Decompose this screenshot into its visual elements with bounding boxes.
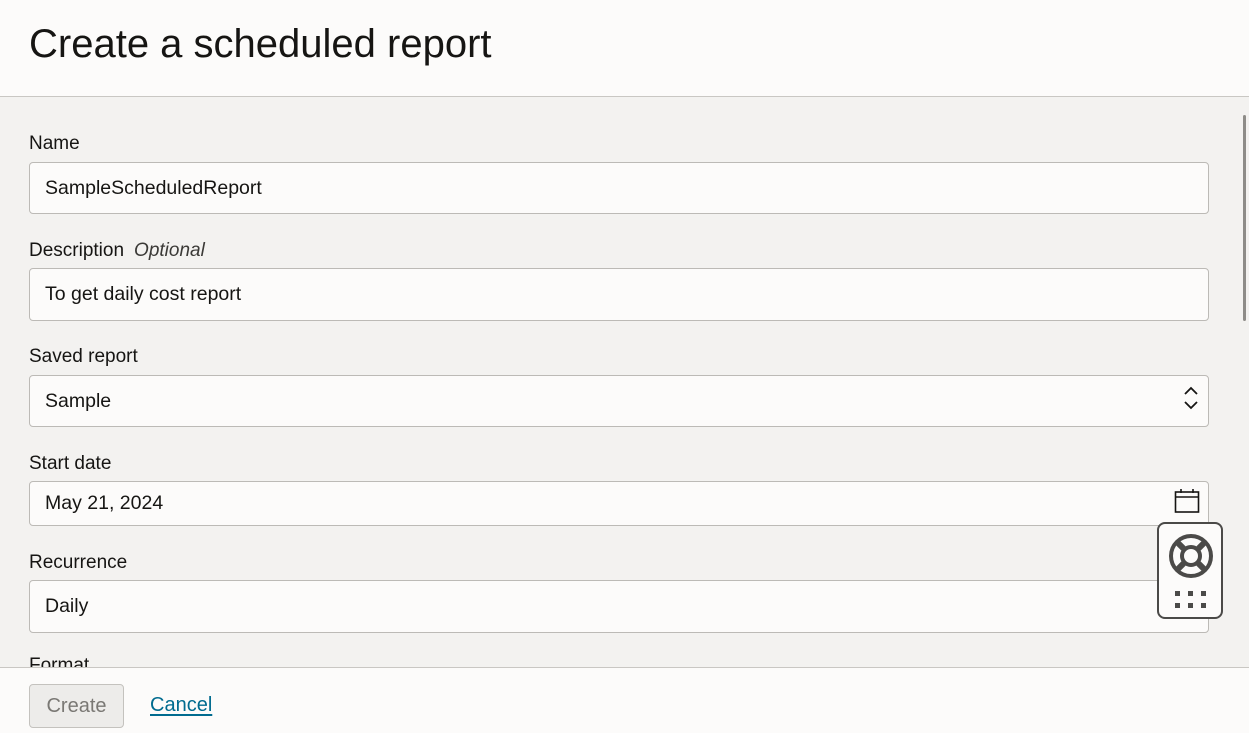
start-date-input[interactable]: May 21, 2024 [29, 481, 1209, 526]
name-input[interactable]: SampleScheduledReport [29, 162, 1209, 214]
start-date-value: May 21, 2024 [45, 492, 164, 514]
recurrence-label: Recurrence [29, 552, 128, 573]
grid-dots-icon[interactable] [1174, 590, 1208, 615]
lifebuoy-icon[interactable] [1168, 533, 1214, 584]
name-label: Name [29, 133, 80, 154]
description-input-value: To get daily cost report [45, 283, 242, 305]
form-scroll-area[interactable]: Name SampleScheduledReport Description Op… [0, 97, 1249, 667]
saved-report-select[interactable]: Sample [29, 375, 1209, 427]
saved-report-value: Sample [45, 389, 112, 412]
name-input-value: SampleScheduledReport [45, 176, 262, 199]
recurrence-select[interactable]: Daily [29, 580, 1209, 633]
footer-actions: Create Cancel [0, 667, 1249, 733]
optional-indicator: Optional [134, 240, 205, 261]
description-label-text: Description [29, 240, 125, 261]
recurrence-value: Daily [45, 595, 89, 617]
help-widget[interactable] [1157, 522, 1223, 619]
cancel-link[interactable]: Cancel [150, 694, 212, 717]
format-label: Format [29, 655, 90, 667]
chevron-up-down-icon [1182, 385, 1200, 417]
create-button[interactable]: Create [29, 684, 124, 728]
page-title: Create a scheduled report [29, 22, 492, 66]
description-input[interactable]: To get daily cost report [29, 268, 1209, 321]
page-header: Create a scheduled report [0, 0, 1249, 97]
description-label: Description Optional [29, 239, 205, 263]
saved-report-label: Saved report [29, 346, 138, 367]
start-date-label: Start date [29, 453, 112, 474]
scrollbar-thumb[interactable] [1243, 115, 1246, 321]
calendar-icon[interactable] [1174, 488, 1200, 520]
